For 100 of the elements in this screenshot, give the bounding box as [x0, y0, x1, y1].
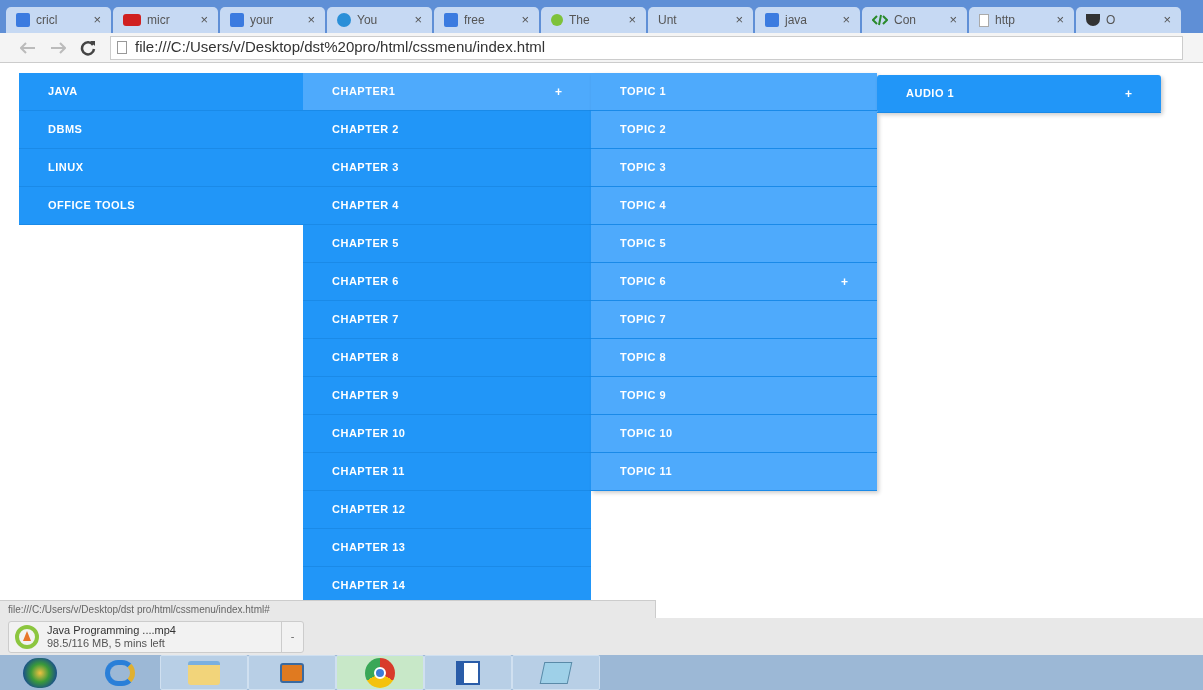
- close-icon[interactable]: ×: [628, 10, 636, 30]
- menu-item[interactable]: CHAPTER 13: [303, 529, 591, 567]
- taskbar-button[interactable]: [248, 655, 336, 690]
- tab-title: Unt: [658, 12, 678, 29]
- submenu-mark: +: [555, 83, 562, 101]
- menu-item-label: CHAPTER 14: [332, 578, 406, 594]
- tab-title: The: [569, 12, 591, 29]
- tab-title: cricl: [36, 12, 59, 29]
- menu-item[interactable]: TOPIC 10: [591, 415, 877, 453]
- cone-icon: [15, 624, 39, 649]
- code-icon: [872, 14, 888, 26]
- menu-item-label: TOPIC 2: [620, 122, 667, 138]
- menu-item-label: TOPIC 7: [620, 312, 667, 328]
- menu-item[interactable]: AUDIO 1 +: [877, 75, 1161, 113]
- chrome-icon: [365, 657, 395, 688]
- tab-title: your: [250, 12, 275, 29]
- browser-tab[interactable]: java ×: [755, 7, 860, 33]
- menu-item-label: DBMS: [48, 122, 83, 138]
- menu-item[interactable]: TOPIC 7: [591, 301, 877, 339]
- tab-title: You: [357, 12, 379, 29]
- close-icon[interactable]: ×: [1056, 10, 1064, 30]
- menu-item-label: CHAPTER 9: [332, 388, 399, 404]
- download-status: 98.5/116 MB, 5 mins left: [47, 636, 166, 650]
- menu-item-label: AUDIO 1: [906, 86, 955, 102]
- menu-item[interactable]: TOPIC 1: [591, 73, 877, 111]
- page-icon: [117, 41, 127, 54]
- taskbar-button[interactable]: [336, 655, 424, 690]
- close-icon[interactable]: ×: [842, 10, 850, 30]
- close-icon[interactable]: ×: [414, 10, 422, 30]
- download-menu[interactable]: -: [281, 621, 303, 652]
- url-text: file:///C:/Users/v/Desktop/dst%20pro/html/cssmenu/index.html: [135, 37, 546, 58]
- menu-item-label: CHAPTER1: [332, 84, 396, 100]
- menu-item[interactable]: TOPIC 3: [591, 149, 877, 187]
- browser-tab[interactable]: free ×: [434, 7, 539, 33]
- menu-item-label: TOPIC 3: [620, 160, 667, 176]
- menu-item-label: TOPIC 5: [620, 236, 667, 252]
- close-icon[interactable]: ×: [307, 10, 315, 30]
- menu-item-label: CHAPTER 7: [332, 312, 399, 328]
- browser-tab[interactable]: Unt ×: [648, 7, 753, 33]
- browser-tab[interactable]: The ×: [541, 7, 646, 33]
- menu-item-label: TOPIC 1: [620, 84, 667, 100]
- status-url-tooltip: file:///C:/Users/v/Desktop/dst pro/html/cssmenu/index.html#: [0, 600, 656, 618]
- close-icon[interactable]: ×: [949, 10, 957, 30]
- browser-tab[interactable]: Con ×: [862, 7, 967, 33]
- browser-tab[interactable]: You ×: [327, 7, 432, 33]
- menu-item[interactable]: CHAPTER 12: [303, 491, 591, 529]
- menu-item-label: TOPIC 9: [620, 388, 667, 404]
- close-icon[interactable]: ×: [200, 10, 208, 30]
- menu-item[interactable]: TOPIC 8: [591, 339, 877, 377]
- browser-tab[interactable]: your ×: [220, 7, 325, 33]
- page-icon: [979, 13, 989, 27]
- submenu-mark: +: [841, 273, 848, 291]
- address-field[interactable]: file:///C:/Users/v/Desktop/dst%20pro/html/cssmenu/index.html: [110, 35, 1183, 60]
- close-icon[interactable]: ×: [93, 10, 101, 30]
- menu-item-label: TOPIC 10: [620, 426, 673, 442]
- tab-title: Con: [894, 12, 917, 29]
- browser-tab[interactable]: cricl ×: [6, 7, 111, 33]
- menu-item-label: JAVA: [48, 84, 78, 100]
- folder-icon: [188, 660, 220, 685]
- menu-item-label: TOPIC 8: [620, 350, 667, 366]
- close-icon[interactable]: ×: [1163, 10, 1171, 30]
- browser-tab[interactable]: http ×: [969, 7, 1074, 33]
- close-icon[interactable]: ×: [735, 10, 743, 30]
- menu-item[interactable]: TOPIC 4: [591, 187, 877, 225]
- menu-item[interactable]: TOPIC 6 +: [591, 263, 877, 301]
- tab-title: http: [995, 12, 1016, 29]
- tab-title: java: [785, 12, 808, 29]
- menu-item-label: CHAPTER 13: [332, 540, 406, 556]
- document-icon: [456, 660, 480, 685]
- tab-title: micr: [147, 12, 171, 29]
- menu-item[interactable]: TOPIC 5: [591, 225, 877, 263]
- menu-item-label: CHAPTER 11: [332, 464, 405, 480]
- close-icon[interactable]: ×: [521, 10, 529, 30]
- menu-item-label: CHAPTER 2: [332, 122, 399, 138]
- menu-item-label: CHAPTER 3: [332, 160, 399, 176]
- taskbar-button[interactable]: [424, 655, 512, 690]
- menu-item-label: CHAPTER 4: [332, 198, 399, 214]
- menu-item-label: LINUX: [48, 160, 84, 176]
- tab-title: O: [1106, 12, 1117, 29]
- menu-item-label: CHAPTER 5: [332, 236, 399, 252]
- browser-tab[interactable]: O ×: [1076, 7, 1181, 33]
- menu-item-label: CHAPTER 10: [332, 426, 406, 442]
- leaf-icon: [551, 14, 563, 26]
- menu-item-label: TOPIC 6: [620, 274, 667, 290]
- menu-item-label: CHAPTER 6: [332, 274, 399, 290]
- menu-item-label: TOPIC 4: [620, 198, 667, 214]
- browser-tab[interactable]: micr ×: [113, 7, 218, 33]
- menu-item[interactable]: CHAPTER1 +: [303, 73, 591, 111]
- menu-item-label: CHAPTER 8: [332, 350, 399, 366]
- menu-item[interactable]: TOPIC 2: [591, 111, 877, 149]
- download-item[interactable]: Java Programming ....mp4 98.5/116 MB, 5 mins left -: [8, 620, 304, 653]
- tab-title: free: [464, 12, 486, 29]
- menu-item-label: OFFICE TOOLS: [48, 198, 136, 214]
- menu-item-label: TOPIC 11: [620, 464, 673, 480]
- menu-item[interactable]: TOPIC 9: [591, 377, 877, 415]
- menu-item-label: CHAPTER 12: [332, 502, 406, 518]
- submenu-mark: +: [1125, 85, 1132, 103]
- reload-icon[interactable]: [80, 39, 96, 56]
- download-name: Java Programming ....mp4: [47, 623, 177, 637]
- menu-item[interactable]: TOPIC 11: [591, 453, 877, 491]
